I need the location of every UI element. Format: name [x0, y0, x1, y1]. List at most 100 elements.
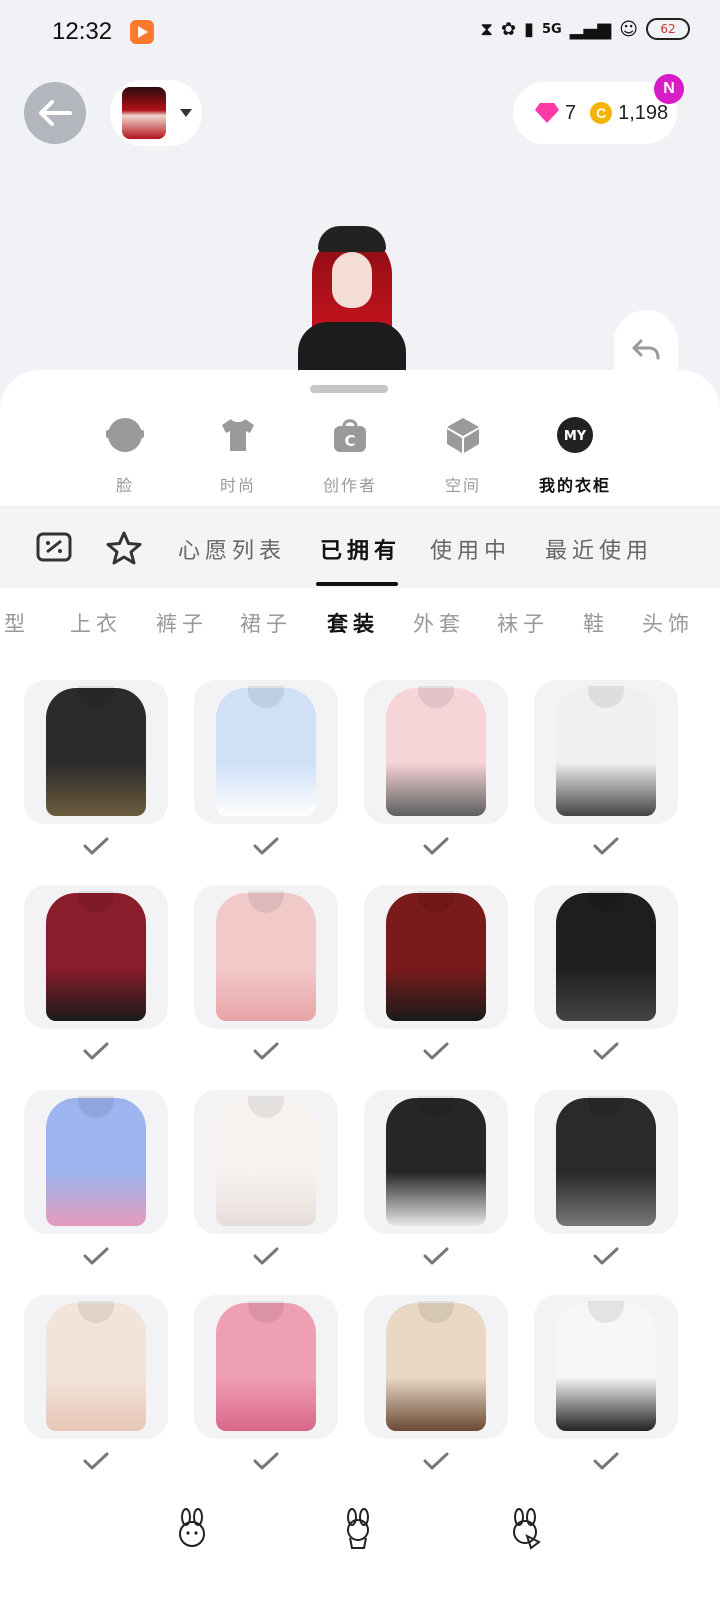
checkmark-icon — [83, 1042, 109, 1060]
sheet-grabber[interactable] — [310, 385, 388, 393]
outfit-item[interactable] — [364, 885, 508, 1061]
checkmark-icon — [253, 837, 279, 855]
tab-face[interactable]: 脸 — [80, 416, 170, 496]
avatar — [122, 87, 166, 139]
bunny-gift-icon[interactable] — [505, 1508, 545, 1550]
outfit-thumbnail[interactable] — [534, 1090, 678, 1234]
back-button[interactable] — [24, 82, 86, 144]
outfit-thumbnail[interactable] — [194, 1295, 338, 1439]
outfit-item[interactable] — [364, 1295, 508, 1471]
tab-hairstyle[interactable]: 发型 — [0, 608, 30, 638]
outfit-item[interactable] — [24, 1090, 168, 1266]
striped-cat-sweater-outfit — [46, 1096, 146, 1226]
cube-icon — [447, 418, 479, 453]
outfit-thumbnail[interactable] — [24, 680, 168, 824]
avatar-preview[interactable] — [298, 226, 406, 372]
avatar-switcher[interactable] — [110, 80, 202, 146]
outfit-thumbnail[interactable] — [24, 1090, 168, 1234]
checkmark-icon — [593, 1452, 619, 1470]
outfit-thumbnail[interactable] — [364, 885, 508, 1029]
outfit-thumbnail[interactable] — [364, 1295, 508, 1439]
notification-icon: ✿ — [500, 18, 517, 40]
checkmark-icon — [83, 1247, 109, 1265]
pink-plaid-outfit — [216, 1301, 316, 1431]
tab-label: 空间 — [444, 476, 481, 495]
avatar-headwear — [318, 226, 386, 252]
tweed-tiered-skirt-outfit — [556, 1096, 656, 1226]
checkmark-icon — [253, 1452, 279, 1470]
outfit-thumbnail[interactable] — [194, 885, 338, 1029]
outfit-item[interactable] — [194, 1090, 338, 1266]
pink-sweater-plaid-skirt-outfit — [386, 686, 486, 816]
outfit-item[interactable] — [534, 680, 678, 856]
outfit-thumbnail[interactable] — [24, 1295, 168, 1439]
hourglass-icon: ⧗ — [480, 18, 493, 40]
tab-label: 创作者 — [322, 476, 377, 495]
checkmark-icon — [593, 837, 619, 855]
outfit-thumbnail[interactable] — [534, 680, 678, 824]
outfit-thumbnail[interactable] — [534, 885, 678, 1029]
outfit-thumbnail[interactable] — [24, 885, 168, 1029]
bunny-cup-icon[interactable] — [338, 1508, 378, 1550]
checkmark-icon — [253, 1042, 279, 1060]
outfit-item[interactable] — [194, 680, 338, 856]
tab-skirts[interactable]: 裙子 — [240, 608, 292, 638]
status-time: 12:32 — [52, 18, 113, 45]
avatar-face — [332, 252, 372, 308]
tab-tops[interactable]: 上衣 — [70, 608, 122, 638]
outfit-item[interactable] — [194, 885, 338, 1061]
star-icon[interactable] — [106, 531, 142, 565]
red-off-shoulder-outfit — [46, 891, 146, 1021]
outfit-item[interactable] — [24, 885, 168, 1061]
outfit-thumbnail[interactable] — [194, 680, 338, 824]
tab-wishlist[interactable]: 心愿列表 — [178, 533, 286, 565]
tab-space[interactable]: 空间 — [418, 416, 508, 496]
tab-fashion[interactable]: 时尚 — [193, 416, 283, 496]
tab-socks[interactable]: 袜子 — [497, 608, 549, 638]
tab-label: 我的衣柜 — [538, 476, 611, 495]
pink-lace-gown-outfit — [216, 891, 316, 1021]
blue-maid-dress-outfit — [216, 686, 316, 816]
tab-shoes[interactable]: 鞋 — [583, 608, 609, 638]
tab-creator[interactable]: C 创作者 — [305, 416, 395, 496]
wardrobe-sheet: 脸 时尚 C 创作者 空间 MY 我的衣柜 心愿列表 已拥有 使用中 最近使用 … — [0, 370, 720, 1612]
outfit-item[interactable] — [534, 1295, 678, 1471]
gem-icon — [535, 103, 559, 123]
checkmark-icon — [253, 1247, 279, 1265]
outfit-item[interactable] — [534, 885, 678, 1061]
white-hoodie-denim-outfit — [556, 686, 656, 816]
outfit-thumbnail[interactable] — [364, 680, 508, 824]
checkmark-icon — [423, 1452, 449, 1470]
svg-text:MY: MY — [564, 429, 587, 444]
tab-headwear[interactable]: 头饰 — [642, 608, 694, 638]
coupon-icon[interactable] — [36, 531, 72, 563]
outfit-item[interactable] — [534, 1090, 678, 1266]
outfit-item[interactable] — [364, 680, 508, 856]
tab-pants[interactable]: 裤子 — [156, 608, 208, 638]
status-icons: ⧗ ✿ ▮ 5G ▂▄▆ ☺ 62 — [480, 18, 690, 40]
outfit-item[interactable] — [24, 680, 168, 856]
sim-icon: ▮ — [524, 18, 534, 40]
coin-count: 1,198 — [618, 101, 669, 124]
outfit-thumbnail[interactable] — [364, 1090, 508, 1234]
bunny-status-icon: ☺ — [619, 18, 638, 40]
tab-owned[interactable]: 已拥有 — [320, 533, 401, 565]
tab-outerwear[interactable]: 外套 — [413, 608, 465, 638]
bunny-icon[interactable] — [172, 1508, 212, 1550]
checkmark-icon — [83, 837, 109, 855]
black-jacket-tie-outfit — [386, 1096, 486, 1226]
checkmark-icon — [593, 1247, 619, 1265]
currency-balance[interactable]: 7 C 1,198 — [513, 82, 677, 144]
tab-sets[interactable]: 套装 — [327, 608, 379, 638]
fur-satin-dress-outfit — [46, 1301, 146, 1431]
tab-my-wardrobe[interactable]: MY 我的衣柜 — [530, 416, 620, 496]
outfit-item[interactable] — [194, 1295, 338, 1471]
bottom-nav — [0, 1500, 720, 1612]
outfit-thumbnail[interactable] — [194, 1090, 338, 1234]
outfit-thumbnail[interactable] — [534, 1295, 678, 1439]
outfit-item[interactable] — [24, 1295, 168, 1471]
battery-level: 62 — [660, 22, 676, 36]
tab-in-use[interactable]: 使用中 — [430, 533, 511, 565]
outfit-item[interactable] — [364, 1090, 508, 1266]
tab-recently-used[interactable]: 最近使用 — [545, 533, 653, 565]
